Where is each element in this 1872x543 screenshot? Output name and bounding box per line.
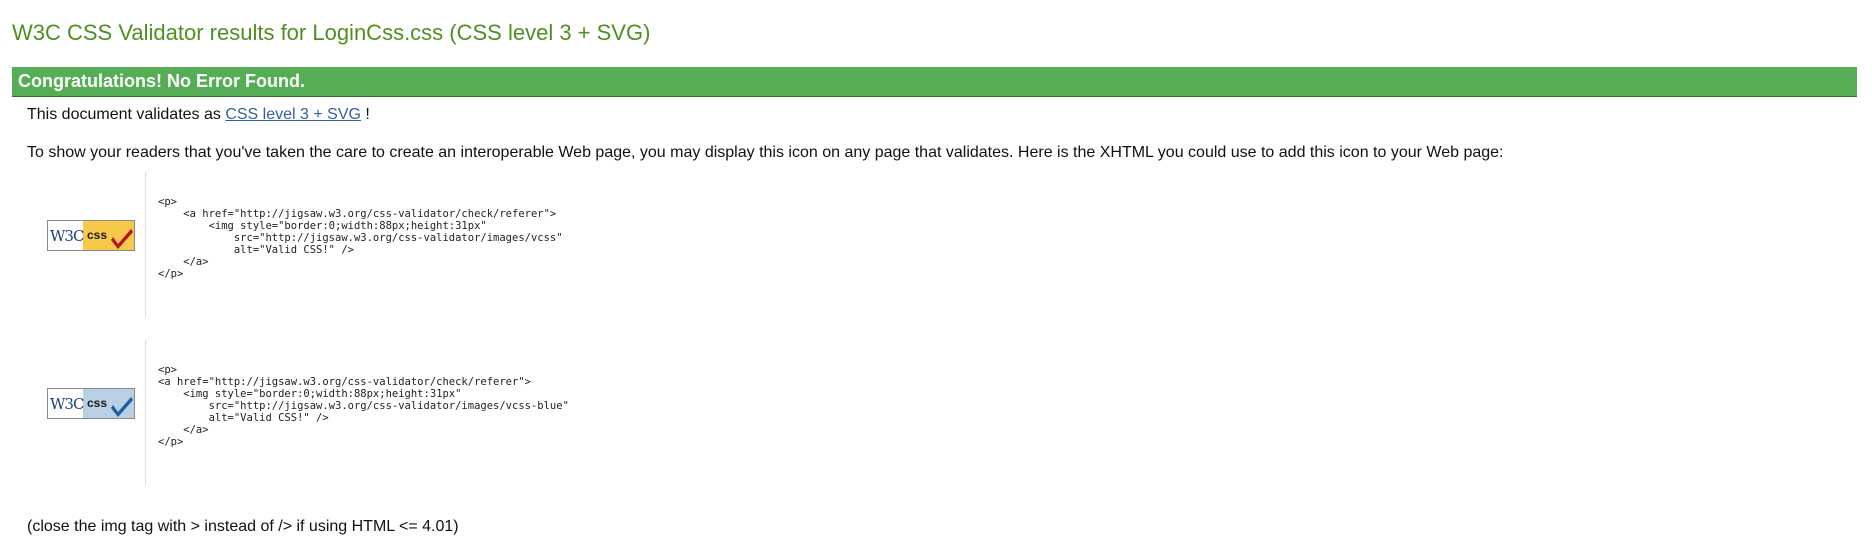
code-snippet-container: <p> <a href="http://jigsaw.w3.org/css-va… bbox=[145, 340, 569, 485]
code-snippet: <p> <a href="http://jigsaw.w3.org/css-va… bbox=[158, 196, 563, 280]
w3c-css-valid-gold-icon: W3C css bbox=[47, 220, 135, 251]
w3c-css-valid-blue-icon: W3C css bbox=[47, 388, 135, 419]
validates-suffix: ! bbox=[360, 106, 370, 123]
html-note: (close the img tag with > instead of /> … bbox=[27, 518, 459, 535]
success-banner: Congratulations! No Error Found. bbox=[12, 67, 1857, 97]
intro-text: To show your readers that you've taken t… bbox=[27, 144, 1504, 161]
page-title: W3C CSS Validator results for LoginCss.c… bbox=[12, 20, 651, 45]
validates-line: This document validates as CSS level 3 +… bbox=[27, 106, 370, 124]
css-level-link[interactable]: CSS level 3 + SVG bbox=[225, 106, 361, 123]
badge-right-text: css bbox=[87, 396, 107, 410]
badge-left-text: W3C bbox=[50, 395, 84, 413]
badge-block-gold: W3C css <p> <a href="http://jigsaw.w3.or… bbox=[27, 172, 727, 319]
code-snippet: <p> <a href="http://jigsaw.w3.org/css-va… bbox=[158, 364, 569, 448]
validates-prefix: This document validates as bbox=[27, 106, 226, 123]
badge-block-blue: W3C css <p> <a href="http://jigsaw.w3.or… bbox=[27, 340, 727, 487]
badge-right-text: css bbox=[87, 228, 107, 242]
badge-left-text: W3C bbox=[50, 227, 84, 245]
code-snippet-container: <p> <a href="http://jigsaw.w3.org/css-va… bbox=[145, 172, 563, 317]
